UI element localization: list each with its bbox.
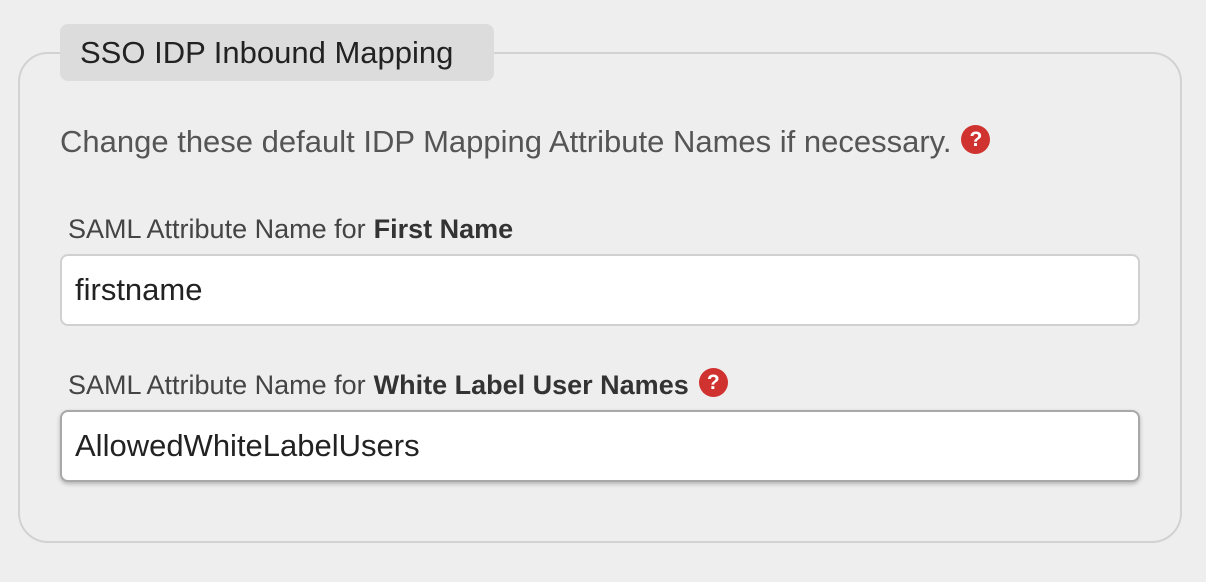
white-label-users-attribute-input[interactable] xyxy=(60,410,1140,482)
first-name-label-bold: First Name xyxy=(373,214,514,244)
help-icon[interactable]: ? xyxy=(961,124,991,154)
legend-title: SSO IDP Inbound Mapping xyxy=(80,34,454,70)
fieldset-legend: SSO IDP Inbound Mapping xyxy=(60,24,494,81)
white-label-users-label-bold: White Label User Names xyxy=(373,370,689,400)
first-name-label: SAML Attribute Name for First Name xyxy=(68,214,513,245)
first-name-attribute-input[interactable] xyxy=(60,254,1140,326)
white-label-users-label: SAML Attribute Name for White Label User… xyxy=(68,368,728,401)
intro-text-row: Change these default IDP Mapping Attribu… xyxy=(60,124,991,160)
intro-text: Change these default IDP Mapping Attribu… xyxy=(60,124,952,159)
white-label-users-label-prefix: SAML Attribute Name for xyxy=(68,370,366,400)
help-icon[interactable]: ? xyxy=(698,368,728,397)
first-name-label-prefix: SAML Attribute Name for xyxy=(68,214,366,244)
